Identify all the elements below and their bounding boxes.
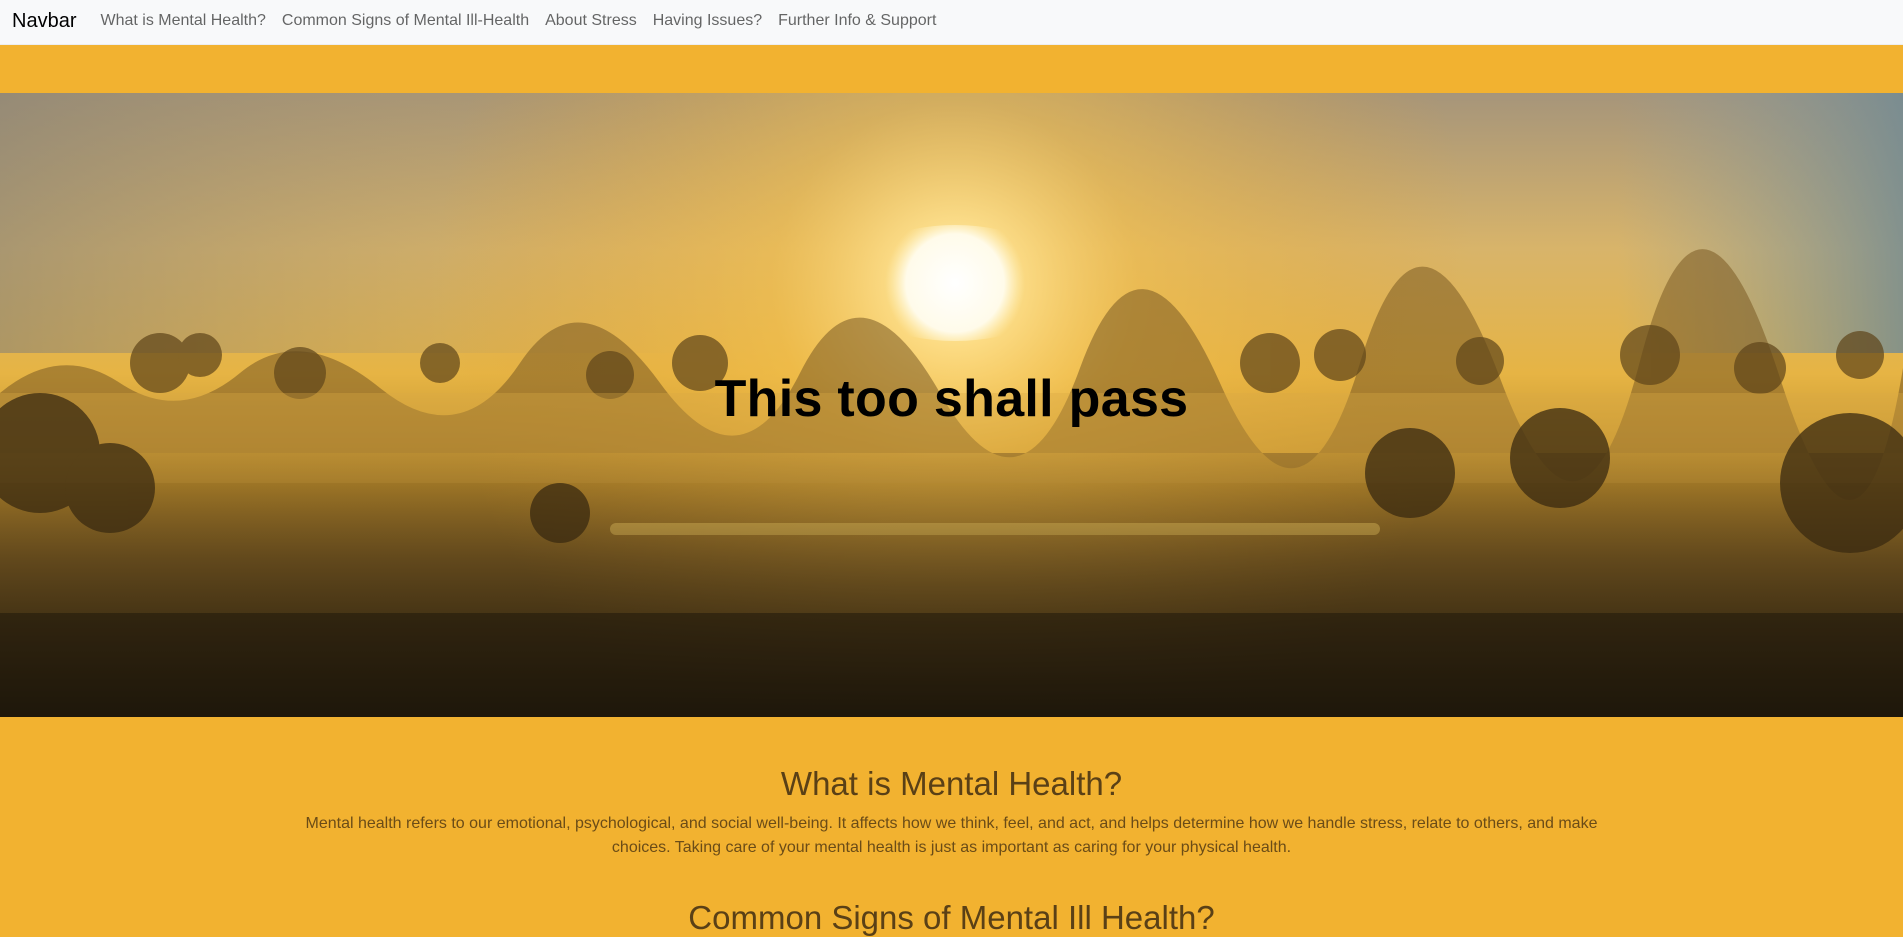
nav-link-about-stress[interactable]: About Stress xyxy=(545,12,637,30)
nav-link-what-is-mental-health[interactable]: What is Mental Health? xyxy=(100,12,265,30)
navbar-brand[interactable]: Navbar xyxy=(12,10,76,33)
navbar: Navbar What is Mental Health? Common Sig… xyxy=(0,0,1903,45)
section-text-what-is-mental-health: Mental health refers to our emotional, p… xyxy=(305,815,1598,856)
hero-banner: This too shall pass xyxy=(0,93,1903,717)
top-spacer-band xyxy=(0,45,1903,93)
nav-link-further-info[interactable]: Further Info & Support xyxy=(778,12,936,30)
nav-link-common-signs[interactable]: Common Signs of Mental Ill-Health xyxy=(282,12,529,30)
section-heading-common-signs: Common Signs of Mental Ill Health? xyxy=(688,899,1215,936)
section-heading-what-is-mental-health: What is Mental Health? xyxy=(780,765,1123,802)
nav-link-having-issues[interactable]: Having Issues? xyxy=(653,12,762,30)
main-content: What is Mental Health? Mental health ref… xyxy=(0,717,1903,936)
hero-title: This too shall pass xyxy=(714,370,1189,428)
